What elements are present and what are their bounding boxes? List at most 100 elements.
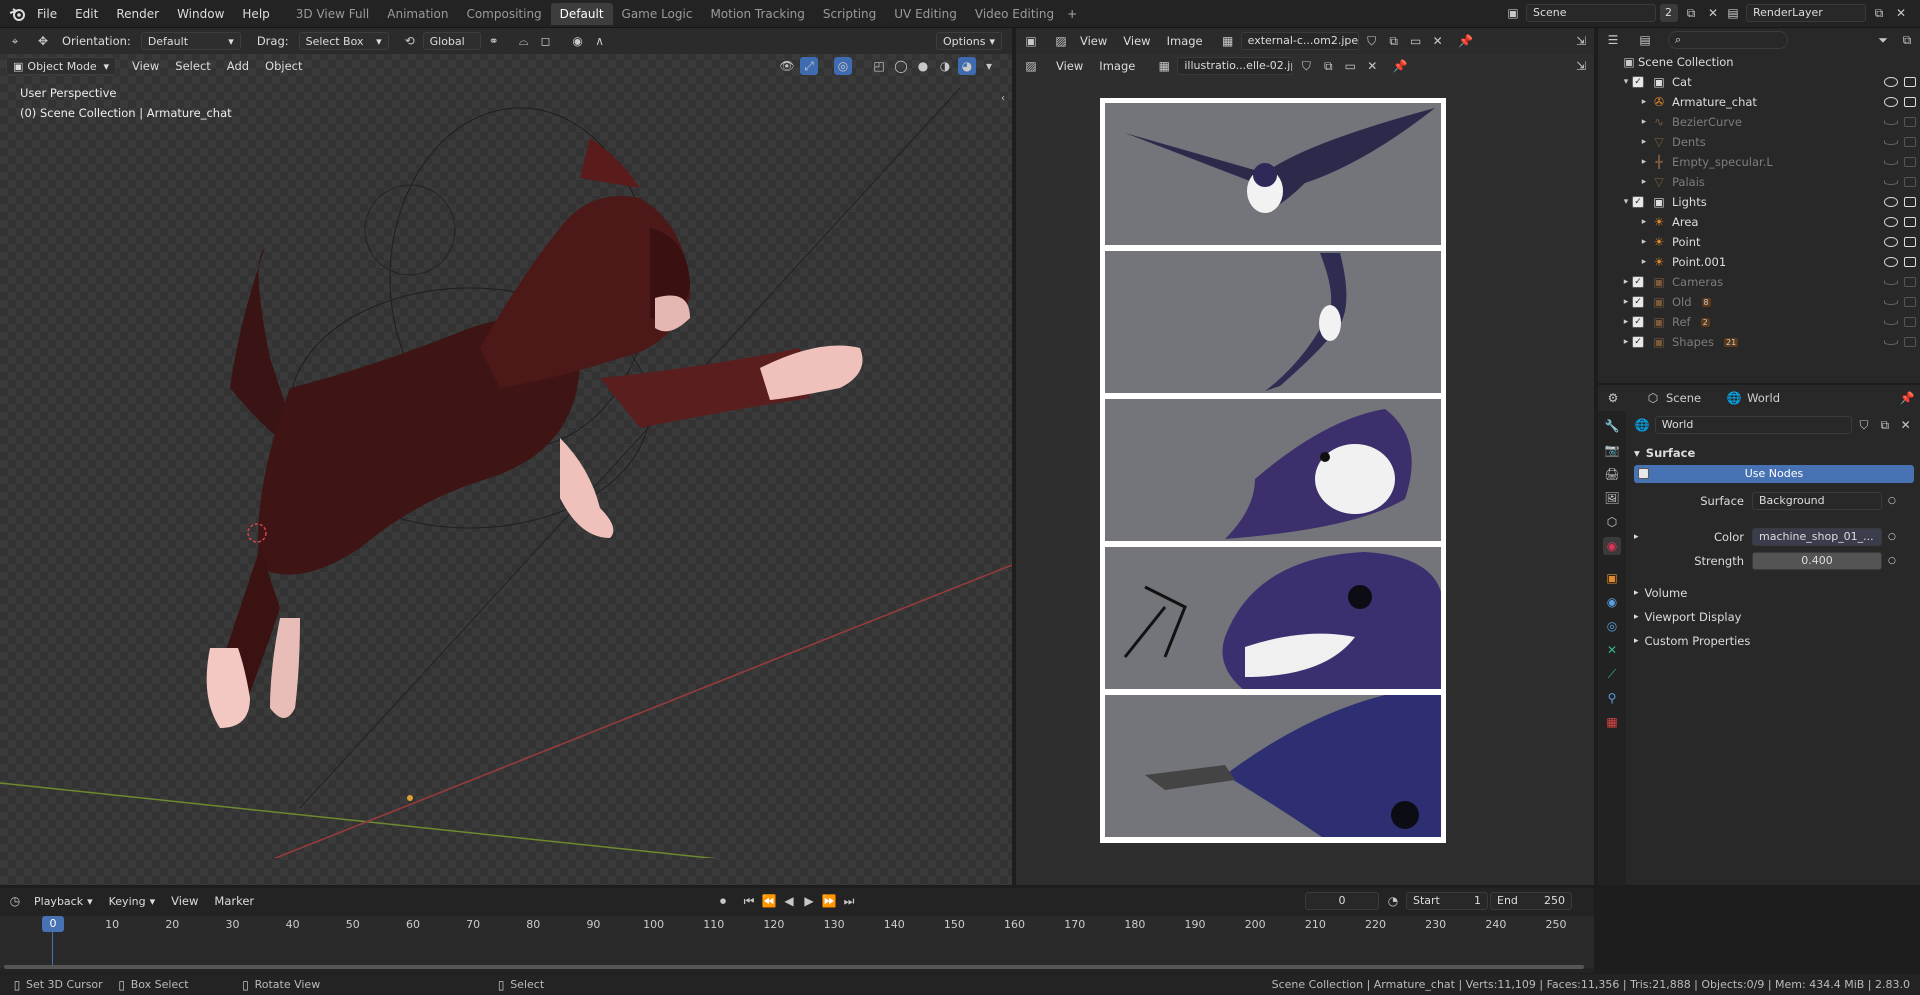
use-nodes-button[interactable]: Use Nodes [1634, 465, 1914, 483]
chevron-right-icon[interactable]: ▸ [1620, 293, 1632, 311]
expand-color-icon[interactable]: ▸ [1634, 532, 1648, 542]
menu-file[interactable]: File [28, 0, 66, 28]
chevron-down-icon[interactable]: ▾ [1620, 73, 1632, 91]
pin-icon[interactable]: 📌 [1391, 57, 1409, 75]
surface-panel-header[interactable]: ▾ Surface [1634, 441, 1914, 465]
timeline-menu-playback[interactable]: Playback ▾ [28, 892, 99, 910]
tab-motion-tracking[interactable]: Motion Tracking [701, 3, 813, 25]
outliner-row-armature-chat[interactable]: ▸ ✇ Armature_chat [1598, 92, 1920, 112]
visibility-eye-icon[interactable] [1884, 299, 1898, 305]
image-menu-image[interactable]: Image [1093, 59, 1141, 73]
collapse-arrow-icon[interactable]: ‹ [994, 90, 1012, 108]
outliner-row-point-001[interactable]: ▸ ☀ Point.001 [1598, 252, 1920, 272]
collection-checkbox[interactable]: ✓ [1632, 276, 1644, 288]
3d-viewport[interactable]: ⌖ ✥ Orientation: Default ▾ Drag: Select B… [0, 28, 1012, 885]
outliner[interactable]: ☰ ▤ ⌕ ⏷ ⧉ ▣ Scene Collection ▾ ✓ ▣ Cat ▸ ✇ Arm… [1598, 28, 1920, 383]
image-top-menu-view2[interactable]: View [1117, 34, 1156, 48]
render-camera-icon[interactable] [1904, 277, 1916, 287]
outliner-row-point[interactable]: ▸ ☀ Point [1598, 232, 1920, 252]
chevron-right-icon[interactable]: ▸ [1620, 273, 1632, 291]
editor-type-icon[interactable]: ▨ [1022, 57, 1040, 75]
render-camera-icon[interactable] [1904, 97, 1916, 107]
constraint-tab-icon[interactable]: ◎ [1603, 617, 1621, 635]
outliner-row-cat[interactable]: ▾ ✓ ▣ Cat [1598, 72, 1920, 92]
delete-layer-icon[interactable]: ✕ [1892, 4, 1910, 22]
open-image-icon[interactable]: ▭ [1407, 32, 1425, 50]
record-icon[interactable]: ⏺ [714, 892, 732, 910]
panel-custom-properties[interactable]: ▸ Custom Properties [1634, 629, 1914, 653]
outliner-row-shapes[interactable]: ▸ ✓ ▣ Shapes 21 [1598, 332, 1920, 352]
chevron-right-icon[interactable]: ▸ [1638, 93, 1650, 111]
image-top-menu-image[interactable]: Image [1161, 34, 1209, 48]
render-camera-icon[interactable] [1904, 177, 1916, 187]
menu-help[interactable]: Help [233, 0, 278, 28]
render-camera-icon[interactable] [1904, 257, 1916, 267]
fake-user-icon[interactable]: ⛉ [1363, 32, 1381, 50]
panel-viewport-display[interactable]: ▸ Viewport Display [1634, 605, 1914, 629]
visibility-eye-icon[interactable] [1884, 197, 1898, 207]
collection-checkbox[interactable]: ✓ [1632, 196, 1644, 208]
outliner-row-palais[interactable]: ▸ ▽ Palais [1598, 172, 1920, 192]
visibility-eye-icon[interactable] [1884, 119, 1898, 125]
current-frame-field[interactable]: 0 [1305, 892, 1379, 910]
new-image-icon[interactable]: ⧉ [1385, 32, 1403, 50]
outliner-row-lights[interactable]: ▾ ✓ ▣ Lights [1598, 192, 1920, 212]
tab-3d-view-full[interactable]: 3D View Full [287, 3, 379, 25]
render-camera-icon[interactable] [1904, 77, 1916, 87]
fake-user-icon[interactable]: ⛉ [1297, 57, 1315, 75]
delete-scene-icon[interactable]: ✕ [1704, 4, 1722, 22]
chevron-down-icon[interactable]: ▾ [1620, 193, 1632, 211]
outliner-row-beziercurve[interactable]: ▸ ∿ BezierCurve [1598, 112, 1920, 132]
node-link-icon[interactable]: ○ [1888, 556, 1896, 566]
view-type-icon[interactable]: ▨ [1052, 32, 1070, 50]
tab-default[interactable]: Default [550, 2, 613, 25]
output-tab-icon[interactable]: 🖨 [1603, 465, 1621, 483]
outliner-row-ref[interactable]: ▸ ✓ ▣ Ref 2 [1598, 312, 1920, 332]
blender-logo-icon[interactable] [6, 5, 28, 23]
outliner-row-cameras[interactable]: ▸ ✓ ▣ Cameras [1598, 272, 1920, 292]
add-workspace-icon[interactable]: + [1063, 5, 1081, 23]
world-tab-icon[interactable]: ◉ [1603, 537, 1621, 555]
chevron-right-icon[interactable]: ▸ [1620, 333, 1632, 351]
chevron-right-icon[interactable]: ▸ [1638, 213, 1650, 231]
panel-volume[interactable]: ▸ Volume [1634, 581, 1914, 605]
next-keyframe-icon[interactable]: ⏩ [820, 892, 838, 910]
image-editor[interactable]: ▣ ▨ View View Image ▦ external-c...om2.j… [1016, 28, 1594, 885]
outliner-row-empty-specular-l[interactable]: ▸ ╋ Empty_specular.L [1598, 152, 1920, 172]
render-camera-icon[interactable] [1904, 317, 1916, 327]
editor-type-icon[interactable]: ⚙ [1604, 389, 1622, 407]
menu-edit[interactable]: Edit [66, 0, 107, 28]
view-layer-tab-icon[interactable]: 🖼 [1603, 489, 1621, 507]
tab-animation[interactable]: Animation [378, 3, 457, 25]
scene-icon[interactable]: ▣ [1504, 4, 1522, 22]
image-name-field[interactable]: illustratio...elle-02.jpg [1177, 57, 1294, 75]
render-camera-icon[interactable] [1904, 157, 1916, 167]
menu-window[interactable]: Window [168, 0, 233, 28]
visibility-eye-icon[interactable] [1884, 237, 1898, 247]
chevron-right-icon[interactable]: ▸ [1638, 113, 1650, 131]
display-options-icon[interactable]: ⇲ [1572, 57, 1590, 75]
visibility-eye-icon[interactable] [1884, 279, 1898, 285]
collection-checkbox[interactable]: ✓ [1632, 76, 1644, 88]
object-tab-icon[interactable]: ▣ [1603, 569, 1621, 587]
bone-constraint-tab-icon[interactable]: ⚲ [1603, 689, 1621, 707]
tab-compositing[interactable]: Compositing [457, 3, 550, 25]
data-tab-icon[interactable]: ✕ [1603, 641, 1621, 659]
new-world-icon[interactable]: ⧉ [1876, 416, 1893, 434]
display-mode-icon[interactable]: ▤ [1636, 31, 1654, 49]
jump-end-icon[interactable]: ⏭ [840, 892, 858, 910]
render-camera-icon[interactable] [1904, 197, 1916, 207]
pin-icon[interactable]: 📌 [1457, 32, 1475, 50]
renderlayer-field[interactable]: RenderLayer [1746, 4, 1866, 22]
modifier-tab-icon[interactable]: ◉ [1603, 593, 1621, 611]
scene-name-field[interactable]: Scene [1526, 4, 1656, 22]
new-scene-icon[interactable]: ⧉ [1682, 4, 1700, 22]
chevron-right-icon[interactable]: ▸ [1620, 313, 1632, 331]
surface-dropdown[interactable]: Background [1752, 492, 1882, 510]
outliner-row-area[interactable]: ▸ ☀ Area [1598, 212, 1920, 232]
tab-game-logic[interactable]: Game Logic [613, 3, 702, 25]
image-browse-icon[interactable]: ▦ [1219, 32, 1237, 50]
image-menu-view[interactable]: View [1050, 59, 1089, 73]
render-tab-icon[interactable]: 📷 [1603, 441, 1621, 459]
render-camera-icon[interactable] [1904, 137, 1916, 147]
